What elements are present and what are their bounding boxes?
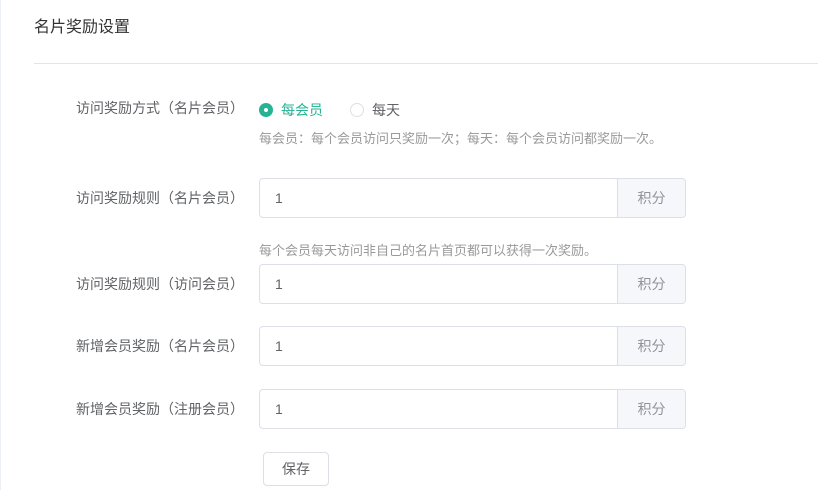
page-title: 名片奖励设置 [34, 13, 130, 37]
label-new-member-card: 新增会员奖励（名片会员） [1, 336, 244, 356]
input-group-new-member-register: 积分 [259, 389, 686, 429]
unit-addon: 积分 [617, 390, 685, 428]
radio-unselected-icon [350, 103, 364, 117]
input-group-visit-rule-card: 积分 [259, 178, 686, 218]
reward-mode-radio-group: 每会员 每天 [259, 100, 400, 120]
radio-option-per-day[interactable]: 每天 [350, 100, 400, 120]
label-visit-rule-visitor: 访问奖励规则（访问会员） [1, 274, 244, 294]
save-button[interactable]: 保存 [263, 452, 329, 486]
radio-option-label: 每天 [372, 100, 400, 120]
radio-option-label: 每会员 [281, 100, 323, 120]
label-new-member-register: 新增会员奖励（注册会员） [1, 399, 244, 419]
unit-addon: 积分 [617, 179, 685, 217]
help-reward-mode: 每会员：每个会员访问只奖励一次；每天：每个会员访问都奖励一次。 [259, 131, 662, 147]
label-reward-mode: 访问奖励方式（名片会员） [1, 98, 244, 118]
divider [34, 63, 818, 64]
input-group-visit-rule-visitor: 积分 [259, 264, 686, 304]
radio-selected-icon [259, 103, 273, 117]
help-visit-rule-visitor: 每个会员每天访问非自己的名片首页都可以获得一次奖励。 [259, 243, 597, 259]
radio-option-per-member[interactable]: 每会员 [259, 100, 323, 120]
unit-addon: 积分 [617, 327, 685, 365]
label-visit-rule-card: 访问奖励规则（名片会员） [1, 188, 244, 208]
input-group-new-member-card: 积分 [259, 326, 686, 366]
unit-addon: 积分 [617, 265, 685, 303]
visit-rule-visitor-input[interactable] [260, 265, 617, 303]
new-member-register-input[interactable] [260, 390, 617, 428]
new-member-card-input[interactable] [260, 327, 617, 365]
visit-rule-card-input[interactable] [260, 179, 617, 217]
